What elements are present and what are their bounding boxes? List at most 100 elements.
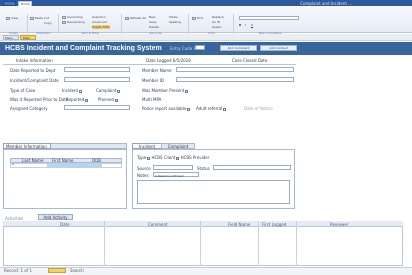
assigned-category-label: Assigned Category	[10, 106, 48, 111]
multi-mpa-label: Multi MPA	[142, 97, 162, 102]
incident-checkbox[interactable]	[79, 89, 83, 93]
binoculars-icon	[192, 16, 196, 20]
record-navigator[interactable]: Record: 1 of 1	[4, 268, 32, 273]
font-name-select[interactable]	[239, 16, 299, 20]
ribbon-group-clipboard: Paste Cut Copy Clipboard	[29, 14, 59, 36]
grid-divider	[200, 221, 201, 266]
member-grid-selected-cell[interactable]	[47, 163, 102, 168]
case-type-complaint[interactable]: Complaint	[96, 88, 121, 93]
col-comment[interactable]: Comment	[148, 222, 168, 227]
form-title: HCBS Incident and Complaint Tracking Sys…	[5, 45, 162, 52]
spelling-button[interactable]: Spelling	[169, 20, 181, 24]
ribbon-group-sort-filter: Ascending Descending Selection Advanced …	[60, 14, 122, 36]
grid-divider	[104, 221, 105, 266]
incident-date-label: Incident/Complaint Date	[10, 78, 59, 83]
paste-button[interactable]: Paste	[30, 16, 43, 20]
date-reported-field[interactable]	[64, 67, 130, 72]
italic-button[interactable]: I	[245, 23, 246, 27]
complaint-checkbox[interactable]	[117, 89, 121, 93]
ribbon-group-text-formatting: B I U Text Formatting	[235, 14, 305, 36]
ribbon-group-records: Refresh All New Save Delete Totals Spell…	[123, 14, 189, 36]
incident-type-row: Type HCBS Client HCBS Provider	[137, 155, 210, 160]
incident-status-label: Status	[197, 166, 210, 171]
cut-button[interactable]: Cut	[44, 16, 49, 20]
assigned-category-select[interactable]	[64, 105, 130, 110]
descending-button[interactable]: Descending	[62, 20, 85, 24]
source-label: Source	[137, 166, 151, 171]
incident-status-extra[interactable]	[213, 165, 291, 170]
member-id-field[interactable]	[176, 77, 294, 82]
date-of-notice-label: Date of Notice	[244, 106, 273, 111]
navigation-bar	[0, 34, 412, 41]
police-report-option[interactable]: Police report available	[142, 106, 191, 111]
date-reported-label: Date Reported to Dept	[10, 68, 56, 73]
nav-tab-menu[interactable]: Menu	[3, 35, 19, 40]
selection-button[interactable]: Selection	[92, 15, 106, 19]
source-select[interactable]	[153, 165, 193, 170]
bold-button[interactable]: B	[239, 23, 241, 27]
goto-button[interactable]: Go To	[212, 20, 220, 24]
case-type-incident[interactable]: Incident	[62, 88, 83, 93]
add-complaint-button[interactable]: Add Complaint	[220, 45, 257, 51]
reported-checkbox[interactable]	[85, 98, 89, 102]
view-icon	[6, 16, 10, 20]
ribbon-group-find: Find Replace Go To Select Find	[190, 14, 234, 36]
adult-referral-option[interactable]: Adult referral	[196, 106, 227, 111]
member-present-checkbox[interactable]	[185, 89, 189, 93]
find-button[interactable]: Find	[192, 16, 203, 20]
intake-section-header: Intake Information	[16, 58, 53, 63]
search-box[interactable]: Search	[70, 268, 84, 273]
col-date[interactable]: Date	[60, 222, 70, 227]
status-label: Notes	[137, 173, 149, 178]
status-select[interactable]: Initial/Unconfirmed	[153, 172, 199, 178]
activity-grid	[3, 221, 403, 266]
add-incident-button[interactable]: Add Incident	[260, 45, 297, 51]
activity-section-label: Activities	[5, 216, 24, 221]
member-id-label: Member ID	[142, 78, 164, 83]
save-record-button[interactable]: Save	[149, 20, 156, 24]
copy-button[interactable]: Copy	[44, 21, 52, 25]
entry-code-label: Entry Code #	[170, 46, 197, 51]
sort-desc-icon	[62, 20, 66, 24]
view-button[interactable]: View	[6, 16, 18, 20]
col-field-name[interactable]: Field Name	[228, 222, 250, 227]
refresh-icon	[125, 16, 129, 20]
add-activity-button[interactable]: Add Activity	[38, 214, 73, 220]
refresh-all-button[interactable]: Refresh All	[125, 16, 146, 20]
paste-icon	[30, 16, 34, 20]
new-row-marker: *	[12, 163, 14, 168]
case-closed-label: Case Closed Date	[232, 58, 268, 63]
member-name-label: Member Name	[142, 68, 172, 73]
police-report-checkbox[interactable]	[187, 107, 191, 111]
planned-checkbox[interactable]	[115, 98, 119, 102]
grid-divider	[258, 221, 259, 266]
section-divider	[3, 64, 296, 65]
planned-option[interactable]: Planned	[98, 97, 119, 102]
ascending-button[interactable]: Ascending	[62, 15, 83, 19]
member-name-field[interactable]	[176, 67, 294, 72]
nav-tab-main[interactable]: Main	[20, 35, 36, 40]
sort-asc-icon	[62, 15, 66, 19]
advanced-button[interactable]: Advanced	[92, 20, 107, 24]
incident-notes-textarea[interactable]	[137, 180, 290, 204]
reported-prior-label: Was it Reported Prior to Date	[10, 97, 69, 102]
select-button[interactable]: Select	[212, 25, 221, 29]
totals-button[interactable]: Totals	[169, 15, 178, 19]
entry-code-field[interactable]	[195, 45, 205, 50]
delete-record-button[interactable]: Delete	[149, 25, 159, 29]
col-first-logged[interactable]: First Logged	[262, 222, 286, 227]
filter-indicator[interactable]	[48, 268, 66, 273]
replace-button[interactable]: Replace	[212, 15, 224, 19]
reported-option[interactable]: Reported	[66, 97, 89, 102]
grid-divider	[296, 221, 297, 266]
hcbs-client-checkbox[interactable]	[147, 156, 151, 160]
col-reviewer[interactable]: Reviewer	[330, 222, 348, 227]
type-of-case-label: Type of Case	[10, 88, 36, 93]
toggle-filter-button[interactable]: Toggle Filter	[92, 25, 111, 29]
hcbs-provider-checkbox[interactable]	[176, 156, 180, 160]
incident-date-field[interactable]	[64, 77, 130, 82]
adult-referral-checkbox[interactable]	[223, 107, 227, 111]
new-record-button[interactable]: New	[149, 15, 156, 19]
underline-button[interactable]: U	[251, 23, 253, 27]
ribbon-group-views: View Views	[0, 14, 28, 36]
